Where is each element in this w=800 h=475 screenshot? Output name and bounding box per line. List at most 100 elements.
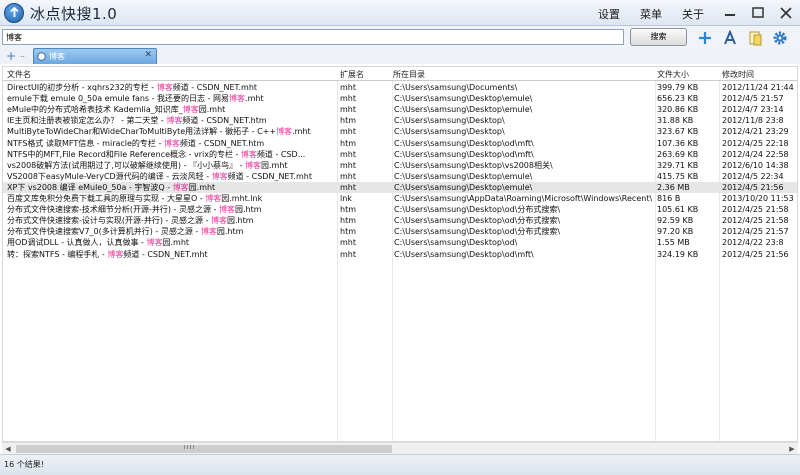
table-row[interactable]: DirectUI的初步分析 - xqhrs232的专栏 - 博客频道 - CSD… bbox=[3, 82, 797, 93]
table-row[interactable]: 用OD调试DLL - 认真做人，认真做事 - 博客园.mht mht C:\User… bbox=[3, 237, 797, 248]
cell-dir: C:\Users\samsung\Documents\ bbox=[394, 83, 518, 92]
document-icon[interactable] bbox=[747, 30, 763, 46]
table-row[interactable]: VS2008下easyMule-VeryCD源代码的编译 - 云淡风轻 - 博客… bbox=[3, 171, 797, 182]
column-header-dir[interactable]: 所在目录 bbox=[393, 69, 425, 80]
column-header-ext[interactable]: 扩展名 bbox=[340, 69, 364, 80]
highlight-term: 博客 bbox=[200, 227, 217, 237]
cell-ext: mht bbox=[340, 171, 356, 181]
minimize-button[interactable] bbox=[716, 0, 744, 26]
table-row[interactable]: 分布式文件快速搜索V7_0(多计算机并行) - 灵感之源 - 博客园.htm ht… bbox=[3, 226, 797, 237]
table-row[interactable]: emule下载 emule 0_50a emule fans - 我还要的日志 … bbox=[3, 93, 797, 104]
app-logo-icon bbox=[4, 3, 24, 23]
cell-time: 2012/11/8 23:8 bbox=[722, 116, 784, 126]
cell-time: 2013/10/20 11:53 bbox=[722, 194, 794, 203]
result-count: 16 个结果! bbox=[4, 460, 44, 469]
tab-close-icon[interactable]: ✕ bbox=[144, 50, 152, 60]
menu-item-about[interactable]: 关于 bbox=[682, 6, 704, 22]
cell-ext: htm bbox=[340, 227, 356, 237]
table-row[interactable]: NTFS格式 读取MFT信息 - miracle的专栏 - 博客频道 - CSD… bbox=[3, 138, 797, 149]
table-row[interactable]: 百度文库免积分免费下载工具的原理与实现 - 大星星O - 博客园.mht.lnk… bbox=[3, 193, 797, 204]
cell-size: 263.69 KB bbox=[657, 149, 699, 159]
file-name-part: 园.mht.lnk bbox=[221, 194, 263, 203]
menu-bar: 设置 菜单 关于 bbox=[598, 6, 704, 22]
cell-time: 2012/4/24 22:58 bbox=[722, 149, 789, 159]
cell-time: 2012/4/21 23:29 bbox=[722, 127, 789, 137]
search-button[interactable]: 搜索 bbox=[630, 28, 687, 46]
file-name-part: XP下 vs2008 编译 eMule0_50a - 宇智波Q - bbox=[7, 182, 173, 192]
cell-file-name: IE主页和注册表被锁定怎么办？ - 第二天堂 - 博客频道 - CSDN_NET… bbox=[7, 115, 335, 126]
tab-overflow-icon[interactable]: .. bbox=[20, 48, 25, 62]
cell-file-name: 百度文库免积分免费下载工具的原理与实现 - 大星星O - 博客园.mht.lnk bbox=[7, 193, 335, 204]
cell-dir: C:\Users\samsung\Desktop\ bbox=[394, 127, 505, 137]
highlight-term: 博客 bbox=[205, 194, 222, 203]
cell-file-name: eMule中的分布式哈希表技术 Kademlia_知识库_博客园.mht bbox=[7, 104, 335, 115]
file-name-part: .mht bbox=[245, 94, 264, 104]
cell-file-name: 分布式文件快速搜索V7_0(多计算机并行) - 灵感之源 - 博客园.htm bbox=[7, 226, 335, 237]
cell-time: 2012/4/22 23:8 bbox=[722, 238, 784, 248]
menu-item-settings[interactable]: 设置 bbox=[598, 6, 620, 22]
maximize-icon bbox=[752, 7, 764, 18]
cell-size: 816 B bbox=[657, 194, 681, 203]
cell-time: 2012/4/5 22:34 bbox=[722, 171, 784, 181]
table-row[interactable]: 转：探索NTFS - 编程手札 - 博客频道 - CSDN_NET.mht mht… bbox=[3, 249, 797, 260]
scroll-grip-icon bbox=[184, 445, 196, 449]
cell-dir: C:\Users\samsung\Desktop\emule\ bbox=[394, 94, 533, 104]
cell-time: 2012/4/5 21:57 bbox=[722, 94, 784, 104]
cell-ext: mht bbox=[340, 83, 356, 92]
cell-file-name: 用OD调试DLL - 认真做人，认真做事 - 博客园.mht bbox=[7, 237, 335, 248]
table-row[interactable]: NTFS中的MFT,File Record和File Reference概念 -… bbox=[3, 149, 797, 160]
tab-search-result[interactable]: 博客 ✕ bbox=[33, 48, 157, 64]
cell-dir: C:\Users\samsung\Desktop\vs2008相关\ bbox=[394, 160, 553, 170]
cell-dir: C:\Users\samsung\Desktop\od\分布式搜索\ bbox=[394, 216, 561, 226]
table-row[interactable]: 分布式文件快速搜索-设计与实现(开源-并行) - 灵感之源 - 博客园.htm h… bbox=[3, 215, 797, 226]
cell-time: 2012/4/25 21:58 bbox=[722, 205, 789, 215]
gear-icon[interactable] bbox=[772, 30, 788, 46]
highlight-term: 博客 bbox=[172, 182, 189, 192]
file-name-part: 分布式文件快速搜索-技术细节分析(开源-并行) - 灵感之源 - bbox=[7, 205, 219, 215]
cell-size: 2.36 MB bbox=[657, 182, 690, 192]
file-name-part: .mht bbox=[292, 127, 311, 137]
window-controls bbox=[716, 0, 800, 26]
horizontal-scrollbar[interactable]: ◀ ▶ bbox=[2, 442, 798, 454]
table-row[interactable]: IE主页和注册表被锁定怎么办？ - 第二天堂 - 博客频道 - CSDN_NET… bbox=[3, 115, 797, 126]
file-name-part: eMule中的分布式哈希表技术 Kademlia_知识库_ bbox=[7, 105, 183, 115]
file-name-part: 频道 - CSD... bbox=[256, 149, 306, 159]
cell-size: 323.67 KB bbox=[657, 127, 699, 137]
cell-file-name: NTFS格式 读取MFT信息 - miracle的专栏 - 博客频道 - CSD… bbox=[7, 138, 335, 149]
maximize-button[interactable] bbox=[744, 0, 772, 26]
column-header-time[interactable]: 修改时间 bbox=[722, 69, 754, 80]
file-name-part: 频道 - CSDN_NET.mht bbox=[123, 249, 208, 259]
close-button[interactable] bbox=[772, 0, 800, 26]
column-header-size[interactable]: 文件大小 bbox=[657, 69, 689, 80]
cell-ext: mht bbox=[340, 182, 356, 192]
scroll-thumb[interactable] bbox=[16, 445, 392, 453]
new-tab-button[interactable]: + bbox=[6, 48, 16, 64]
column-header-name[interactable]: 文件名 bbox=[7, 69, 31, 80]
table-row[interactable]: vs2008破解方法(试用期过了,可以破解继续使用) - 『小小蔡鸟』 - 博客… bbox=[3, 160, 797, 171]
cell-ext: htm bbox=[340, 216, 356, 226]
table-row[interactable]: eMule中的分布式哈希表技术 Kademlia_知识库_博客园.mht mht C… bbox=[3, 104, 797, 115]
table-row[interactable]: 分布式文件快速搜索-技术细节分析(开源-并行) - 灵感之源 - 博客园.htm… bbox=[3, 204, 797, 215]
file-name-part: 用OD调试DLL - 认真做人，认真做事 - bbox=[7, 238, 147, 248]
file-name-part: 园.mht bbox=[162, 238, 190, 248]
font-icon[interactable] bbox=[722, 30, 738, 46]
highlight-term: 博客 bbox=[211, 171, 228, 181]
cell-size: 656.23 KB bbox=[657, 94, 699, 104]
highlight-term: 博客 bbox=[146, 238, 163, 248]
file-name-part: 分布式文件快速搜索-设计与实现(开源-并行) - 灵感之源 - bbox=[7, 216, 211, 226]
highlight-term: 博客 bbox=[276, 127, 293, 137]
table-row[interactable]: MultiByteToWideChar和WideCharToMultiByte用… bbox=[3, 126, 797, 137]
cell-time: 2012/4/5 21:56 bbox=[722, 182, 784, 192]
search-input[interactable] bbox=[2, 29, 624, 45]
file-name-part: vs2008破解方法(试用期过了,可以破解继续使用) - 『小小蔡鸟』 - bbox=[7, 160, 245, 170]
cell-size: 97.20 KB bbox=[657, 227, 694, 237]
cell-size: 92.59 KB bbox=[657, 216, 694, 226]
menu-item-menu[interactable]: 菜单 bbox=[640, 6, 662, 22]
add-icon[interactable] bbox=[697, 30, 713, 46]
cell-size: 31.88 KB bbox=[657, 116, 694, 126]
highlight-term: 博客 bbox=[166, 116, 183, 126]
highlight-term: 博客 bbox=[229, 94, 246, 104]
table-row[interactable]: XP下 vs2008 编译 eMule0_50a - 宇智波Q - 博客园.mh… bbox=[3, 181, 797, 193]
file-name-part: 转：探索NTFS - 编程手札 - bbox=[7, 249, 108, 259]
cell-dir: C:\Users\samsung\Desktop\od\分布式搜索\ bbox=[394, 205, 561, 215]
